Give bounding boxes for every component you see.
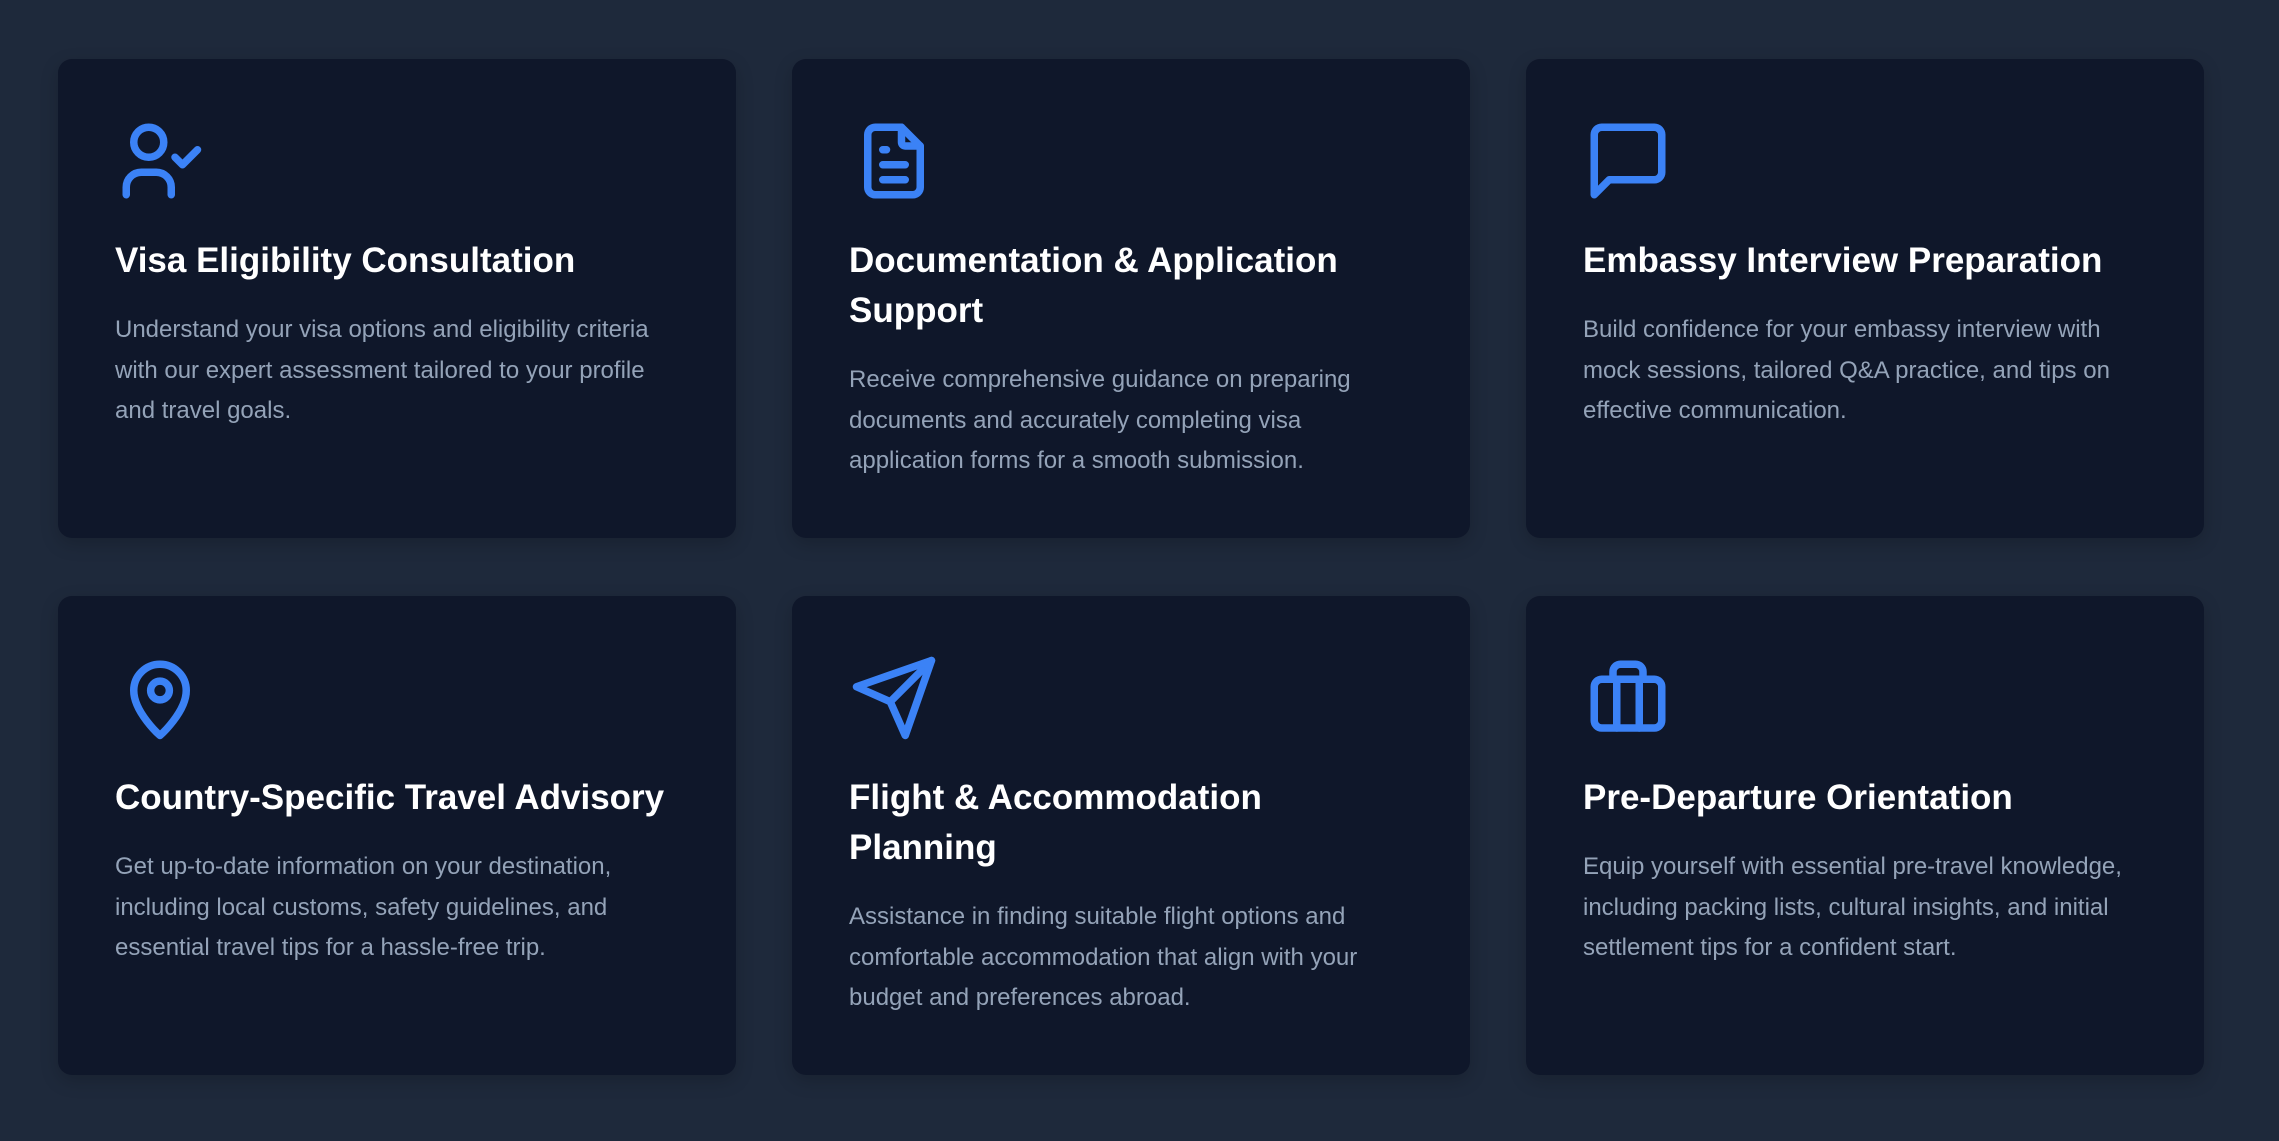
service-card-pre-departure: Pre-Departure Orientation Equip yourself… <box>1526 596 2204 1075</box>
service-card-embassy-interview: Embassy Interview Preparation Build conf… <box>1526 59 2204 538</box>
service-card-flight-accommodation: Flight & Accommodation Planning Assistan… <box>792 596 1470 1075</box>
paper-plane-icon <box>849 653 939 743</box>
service-title: Pre-Departure Orientation <box>1583 778 2013 817</box>
service-description: Receive comprehensive guidance on prepar… <box>849 366 1351 474</box>
service-description: Understand your visa options and eligibi… <box>115 316 649 424</box>
service-title: Flight & Accommodation Planning <box>849 778 1262 867</box>
service-description: Equip yourself with essential pre-travel… <box>1583 853 2122 961</box>
service-title: Embassy Interview Preparation <box>1583 241 2103 280</box>
document-icon <box>849 116 939 206</box>
service-description: Get up-to-date information on your desti… <box>115 853 612 961</box>
services-grid: Visa Eligibility Consultation Understand… <box>58 59 2204 1075</box>
chat-bubble-icon <box>1583 116 1673 206</box>
service-title: Country-Specific Travel Advisory <box>115 778 665 817</box>
service-title: Visa Eligibility Consultation <box>115 241 576 280</box>
map-pin-icon <box>115 653 205 743</box>
user-check-icon <box>115 116 205 206</box>
service-description: Assistance in finding suitable flight op… <box>849 903 1358 1011</box>
service-description: Build confidence for your embassy interv… <box>1583 316 2110 424</box>
service-card-travel-advisory: Country-Specific Travel Advisory Get up-… <box>58 596 736 1075</box>
briefcase-icon <box>1583 653 1673 743</box>
service-card-visa-eligibility: Visa Eligibility Consultation Understand… <box>58 59 736 538</box>
service-card-documentation: Documentation & Application Support Rece… <box>792 59 1470 538</box>
service-title: Documentation & Application Support <box>849 241 1338 330</box>
